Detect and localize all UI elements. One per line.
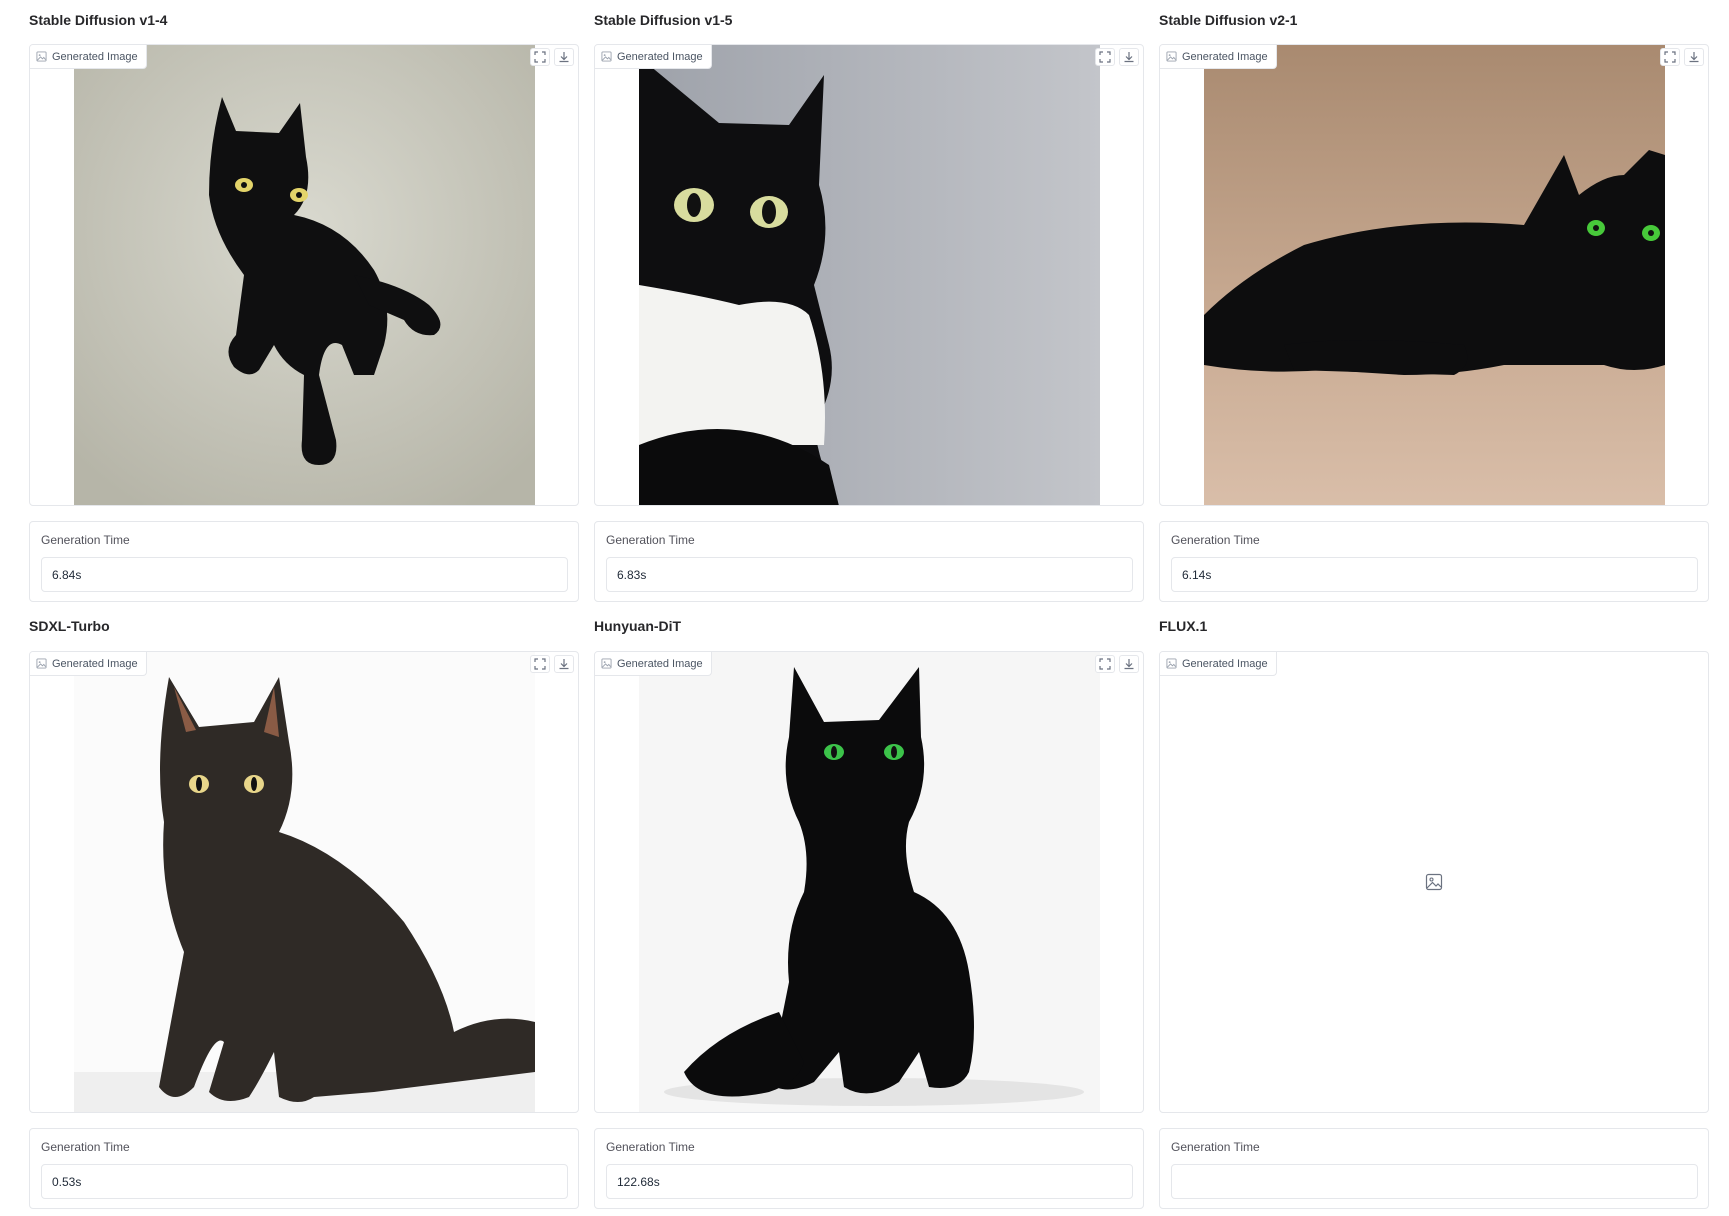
generation-time-label: Generation Time [606,1140,695,1154]
image-label-text: Generated Image [1182,50,1268,63]
fullscreen-button[interactable] [1660,48,1680,66]
generation-time-block: Generation Time [29,1128,579,1209]
download-button[interactable] [1119,655,1139,673]
model-panel: Hunyuan-DiT Generated Image Generation T… [594,606,1144,1216]
image-toolbar [530,655,574,673]
image-label: Generated Image [595,45,712,69]
generated-image [1204,45,1665,505]
generation-time-label: Generation Time [1171,1140,1260,1154]
generation-time-block: Generation Time [29,521,579,602]
generation-time-field[interactable] [41,557,568,592]
model-panel: FLUX.1 Generated Image Generation Time [1159,606,1709,1216]
image-toolbar [530,48,574,66]
model-panel: Stable Diffusion v1-4 Generated Image Ge… [29,0,579,610]
image-icon [1166,51,1177,62]
generation-time-field[interactable] [1171,557,1698,592]
fullscreen-icon [1664,51,1676,63]
download-icon [1124,659,1134,670]
generation-time-block: Generation Time [1159,1128,1709,1209]
image-label-text: Generated Image [52,50,138,63]
model-panel: Stable Diffusion v2-1 Generated Image Ge… [1159,0,1709,610]
model-title: SDXL-Turbo [29,618,110,634]
generation-time-block: Generation Time [1159,521,1709,602]
image-label-text: Generated Image [617,657,703,670]
fullscreen-icon [1099,51,1111,63]
image-label: Generated Image [1160,45,1277,69]
model-title: Stable Diffusion v2-1 [1159,12,1298,28]
image-icon [1166,658,1177,669]
model-panel: SDXL-Turbo Generated Image Generation Ti… [29,606,579,1216]
download-icon [559,659,569,670]
image-label: Generated Image [30,45,147,69]
image-label: Generated Image [30,652,147,676]
download-button[interactable] [1684,48,1704,66]
generated-image-block: Generated Image [594,651,1144,1113]
generated-image [639,45,1100,505]
download-button[interactable] [554,48,574,66]
generation-time-label: Generation Time [1171,533,1260,547]
generation-time-label: Generation Time [41,1140,130,1154]
fullscreen-button[interactable] [1095,655,1115,673]
download-icon [1124,52,1134,63]
image-placeholder-icon [1425,873,1443,891]
download-button[interactable] [1119,48,1139,66]
image-icon [601,658,612,669]
fullscreen-icon [534,658,546,670]
model-title: FLUX.1 [1159,618,1208,634]
image-toolbar [1095,48,1139,66]
image-label-text: Generated Image [52,657,138,670]
download-button[interactable] [554,655,574,673]
generated-image-block: Generated Image [594,44,1144,506]
image-label: Generated Image [595,652,712,676]
fullscreen-button[interactable] [530,48,550,66]
generation-time-block: Generation Time [594,1128,1144,1209]
generated-image-block: Generated Image [1159,44,1709,506]
generated-image-block: Generated Image [29,44,579,506]
generated-image [74,45,535,505]
model-title: Hunyuan-DiT [594,618,682,634]
model-panel: Stable Diffusion v1-5 Generated Image Ge… [594,0,1144,610]
generation-time-field[interactable] [41,1164,568,1199]
fullscreen-icon [534,51,546,63]
generated-image [639,652,1100,1112]
image-toolbar [1660,48,1704,66]
generation-time-label: Generation Time [41,533,130,547]
model-title: Stable Diffusion v1-4 [29,12,168,28]
generation-time-field[interactable] [606,1164,1133,1199]
generated-image-block: Generated Image [1159,651,1709,1113]
image-label: Generated Image [1160,652,1277,676]
image-icon [36,658,47,669]
generated-image-block: Generated Image [29,651,579,1113]
model-title: Stable Diffusion v1-5 [594,12,733,28]
image-label-text: Generated Image [617,50,703,63]
image-label-text: Generated Image [1182,657,1268,670]
fullscreen-button[interactable] [1095,48,1115,66]
fullscreen-icon [1099,658,1111,670]
generation-time-field[interactable] [606,557,1133,592]
image-toolbar [1095,655,1139,673]
generated-image [74,652,535,1112]
image-icon [601,51,612,62]
fullscreen-button[interactable] [530,655,550,673]
download-icon [1689,52,1699,63]
download-icon [559,52,569,63]
generation-time-field[interactable] [1171,1164,1698,1199]
image-icon [36,51,47,62]
generation-time-label: Generation Time [606,533,695,547]
generation-time-block: Generation Time [594,521,1144,602]
